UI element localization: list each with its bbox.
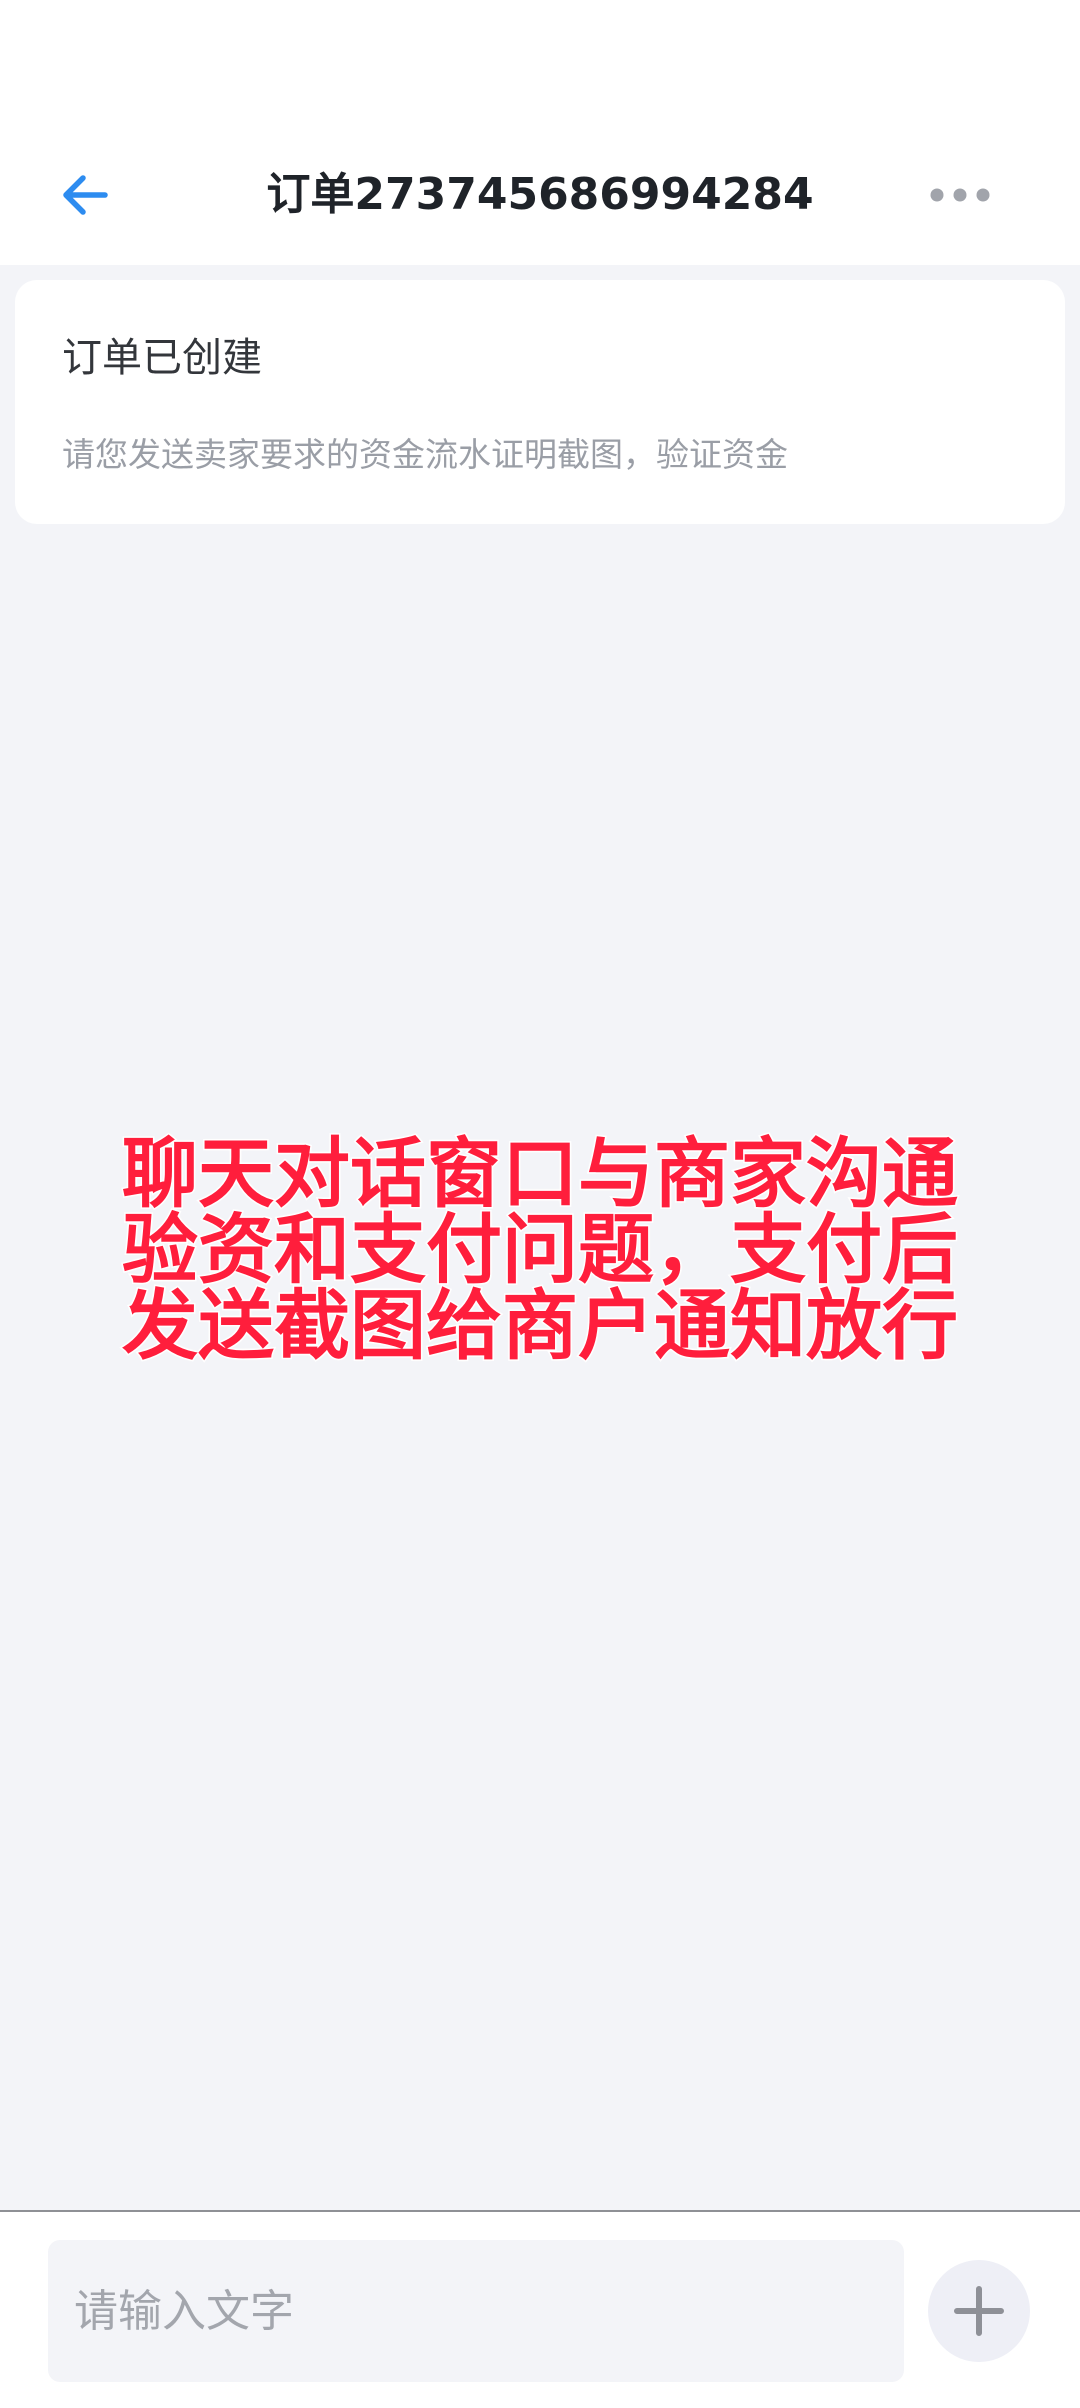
message-composer bbox=[0, 2210, 1080, 2408]
order-status-title: 订单已创建 bbox=[62, 335, 262, 381]
back-button[interactable] bbox=[40, 150, 130, 240]
add-attachment-button[interactable] bbox=[928, 2260, 1030, 2362]
order-status-description: 请您发送卖家要求的资金流水证明截图，验证资金 bbox=[62, 435, 788, 474]
plus-icon bbox=[954, 2286, 1004, 2336]
page-title: 订单273745686994284 bbox=[266, 169, 814, 220]
message-input[interactable] bbox=[48, 2240, 904, 2382]
header: 订单273745686994284 bbox=[0, 130, 1080, 265]
overlay-caption-line: 聊天对话窗口与商家沟通 bbox=[121, 1129, 960, 1218]
overlay-caption-line: 发送截图给商户通知放行 bbox=[121, 1281, 960, 1370]
message-input-box[interactable] bbox=[48, 2240, 904, 2382]
status-bar bbox=[0, 0, 1080, 130]
arrow-left-icon bbox=[63, 175, 108, 215]
more-horizontal-icon bbox=[930, 188, 990, 202]
more-button[interactable] bbox=[915, 160, 1005, 230]
order-status-card: 订单已创建 请您发送卖家要求的资金流水证明截图，验证资金 bbox=[15, 280, 1065, 524]
overlay-caption-line: 验资和支付问题，支付后 bbox=[121, 1205, 960, 1294]
overlay-caption: 聊天对话窗口与商家沟通 验资和支付问题，支付后 发送截图给商户通知放行 bbox=[110, 1129, 970, 1370]
